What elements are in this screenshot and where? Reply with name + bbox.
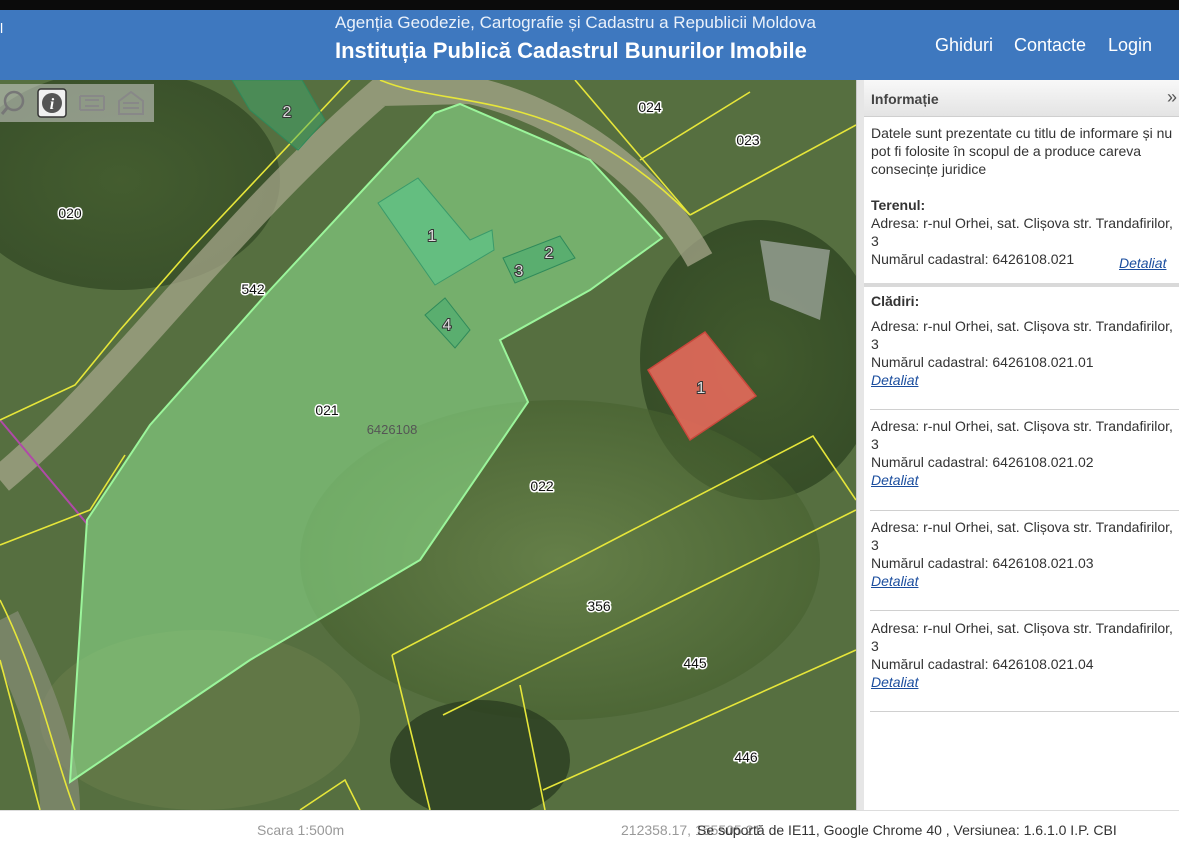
building-details-link[interactable]: Detaliat: [871, 372, 918, 388]
building-label: 1: [428, 228, 437, 245]
info-panel: Informație » Datele sunt prezentate cu t…: [864, 80, 1179, 810]
parcel-label: 020: [58, 205, 82, 221]
land-title: Terenul:: [871, 197, 926, 213]
parcel-label: 446: [734, 749, 758, 765]
building-label: 3: [515, 263, 524, 280]
map-canvas[interactable]: 024 023 020 542 021 022 356 445 446 6426…: [0, 80, 856, 810]
top-bar: [0, 0, 1179, 10]
building-cadastral: Numărul cadastral: 6426108.021.02: [871, 454, 1094, 470]
building-address: Adresa: r-nul Orhei, sat. Clișova str. T…: [871, 620, 1173, 654]
disclaimer-text: Datele sunt prezentate cu titlu de infor…: [871, 125, 1173, 177]
status-bar: Scara 1:500m 212358.17, 155505.21 Se sup…: [0, 810, 1179, 843]
collapse-icon[interactable]: »: [1167, 88, 1177, 106]
parcel-label: 022: [530, 478, 554, 494]
parcel-label: 021: [315, 402, 339, 418]
building-address: Adresa: r-nul Orhei, sat. Clișova str. T…: [871, 318, 1173, 352]
map-scale: Scara 1:500m: [257, 822, 345, 838]
building-icon[interactable]: [116, 88, 146, 118]
building-entry: Adresa: r-nul Orhei, sat. Clișova str. T…: [871, 518, 1176, 590]
parcel-label: 356: [587, 598, 611, 614]
building-label: 2: [545, 245, 554, 262]
parcel-label: 023: [736, 132, 760, 148]
institution-name: Instituția Publică Cadastrul Bunurilor I…: [335, 38, 807, 63]
parcel-label: 445: [683, 655, 707, 671]
zoom-icon[interactable]: [0, 88, 30, 118]
building-entry: Adresa: r-nul Orhei, sat. Clișova str. T…: [871, 417, 1176, 489]
building-address: Adresa: r-nul Orhei, sat. Clișova str. T…: [871, 519, 1173, 553]
entry-divider: [870, 711, 1179, 712]
building-details-link[interactable]: Detaliat: [871, 674, 918, 690]
svg-text:i: i: [50, 96, 55, 113]
building-label: 4: [443, 317, 452, 334]
building-details-link[interactable]: Detaliat: [871, 573, 918, 589]
map-view[interactable]: 024 023 020 542 021 022 356 445 446 6426…: [0, 80, 856, 810]
building-label: 1: [697, 380, 706, 397]
land-details-link[interactable]: Detaliat: [1119, 254, 1166, 272]
building-details-link[interactable]: Detaliat: [871, 472, 918, 488]
agency-name: Agenția Geodezie, Cartografie și Cadastr…: [335, 13, 816, 32]
panel-header: Informație »: [864, 80, 1179, 117]
header-left-fragment: l: [0, 20, 4, 36]
panel-title: Informație: [871, 91, 939, 107]
parcel-label: 024: [638, 99, 662, 115]
cadastral-zone-label: 6426108: [367, 422, 418, 437]
parcel-label: 542: [241, 281, 265, 297]
bridge-icon[interactable]: [77, 88, 107, 118]
entry-divider: [870, 409, 1179, 410]
land-address: Adresa: r-nul Orhei, sat. Clișova str. T…: [871, 215, 1173, 249]
nav-contacte[interactable]: Contacte: [1014, 35, 1086, 56]
entry-divider: [870, 610, 1179, 611]
entry-divider: [870, 510, 1179, 511]
section-divider: [864, 283, 1179, 287]
building-label: 2: [283, 104, 292, 121]
nav-ghiduri[interactable]: Ghiduri: [935, 35, 993, 56]
building-entry: Adresa: r-nul Orhei, sat. Clișova str. T…: [871, 619, 1176, 691]
site-header: l Agenția Geodezie, Cartografie și Cadas…: [0, 10, 1179, 80]
buildings-title: Clădiri:: [871, 293, 920, 309]
browser-support-note: Se suportă de IE11, Google Chrome 40 , V…: [697, 822, 1117, 838]
building-address: Adresa: r-nul Orhei, sat. Clișova str. T…: [871, 418, 1173, 452]
building-cadastral: Numărul cadastral: 6426108.021.01: [871, 354, 1094, 370]
building-cadastral: Numărul cadastral: 6426108.021.03: [871, 555, 1094, 571]
building-cadastral: Numărul cadastral: 6426108.021.04: [871, 656, 1094, 672]
building-entry: Adresa: r-nul Orhei, sat. Clișova str. T…: [871, 317, 1176, 389]
nav-login[interactable]: Login: [1108, 35, 1152, 56]
info-icon[interactable]: i: [37, 88, 67, 118]
